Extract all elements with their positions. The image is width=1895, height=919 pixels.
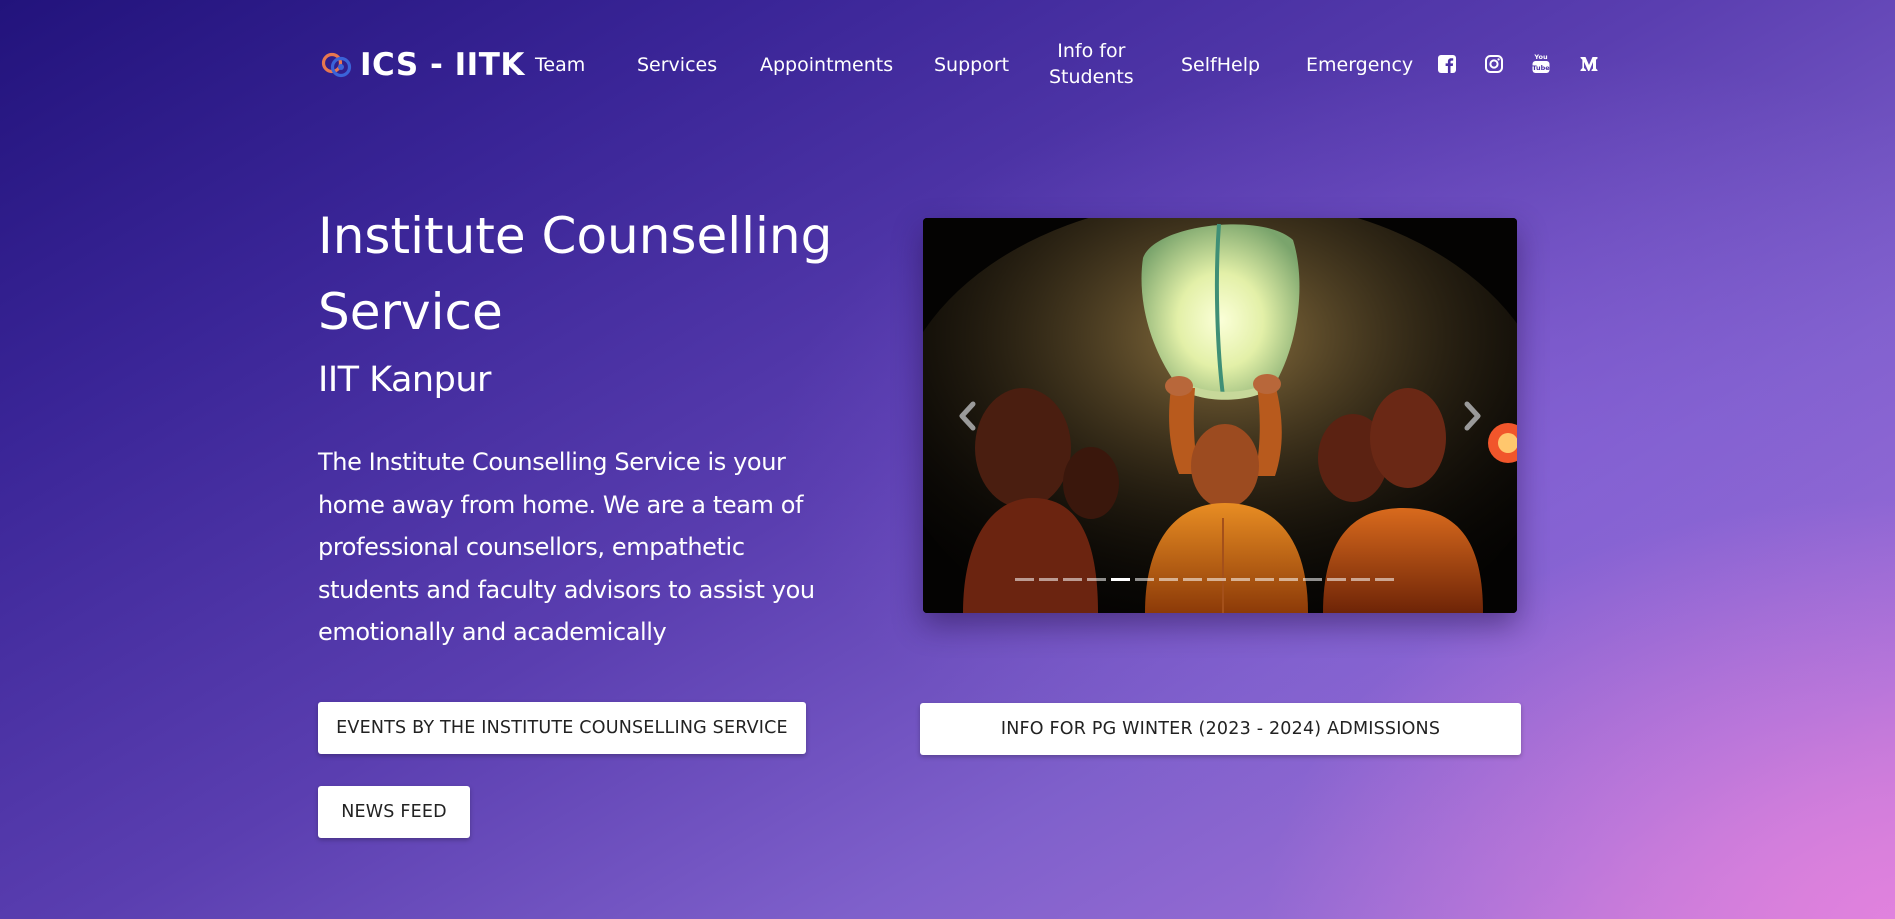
carousel-next-icon[interactable] (1457, 398, 1487, 434)
nav-selfhelp[interactable]: SelfHelp (1181, 54, 1260, 76)
youtube-icon[interactable]: You Tube (1531, 52, 1551, 74)
image-carousel[interactable] (923, 218, 1517, 613)
carousel-indicator[interactable] (1207, 578, 1226, 581)
carousel-indicator[interactable] (1375, 578, 1394, 581)
carousel-indicators (1015, 578, 1425, 584)
carousel-indicator[interactable] (1087, 578, 1106, 581)
page-title: Institute Counselling Service (318, 207, 833, 341)
carousel-indicator[interactable] (1135, 578, 1154, 581)
nav-info-for-students[interactable]: Info for Students (1049, 38, 1134, 90)
carousel-slide-image (923, 218, 1517, 613)
nav-appointments[interactable]: Appointments (760, 54, 893, 76)
svg-text:Tube: Tube (1532, 64, 1550, 72)
svg-text:You: You (1533, 53, 1548, 61)
carousel-indicator[interactable] (1063, 578, 1082, 581)
logo-text: ICS - IITK (360, 47, 525, 83)
facebook-icon[interactable] (1437, 54, 1457, 74)
carousel-indicator[interactable] (1303, 578, 1322, 581)
carousel-indicator[interactable] (1351, 578, 1370, 581)
carousel-indicator[interactable] (1159, 578, 1178, 581)
carousel-indicator[interactable] (1279, 578, 1298, 581)
carousel-indicator[interactable] (1183, 578, 1202, 581)
instagram-icon[interactable] (1484, 54, 1504, 74)
events-button[interactable]: EVENTS BY THE INSTITUTE COUNSELLING SERV… (318, 702, 806, 754)
carousel-indicator[interactable] (1015, 578, 1034, 581)
nav-services[interactable]: Services (637, 54, 717, 76)
hero-description: The Institute Counselling Service is you… (318, 448, 815, 646)
nav-support[interactable]: Support (934, 54, 1009, 76)
carousel-prev-icon[interactable] (953, 398, 983, 434)
nav-emergency[interactable]: Emergency (1306, 54, 1413, 76)
carousel-indicator[interactable] (1327, 578, 1346, 581)
logo-mark-icon (321, 52, 352, 78)
nav-team[interactable]: Team (535, 54, 585, 76)
site-logo[interactable]: ICS - IITK (320, 46, 525, 84)
news-feed-button[interactable]: NEWS FEED (318, 786, 470, 838)
medium-icon[interactable] (1579, 54, 1599, 74)
nav-info-line1: Info for (1057, 40, 1126, 62)
carousel-indicator[interactable] (1255, 578, 1274, 581)
page-subtitle: IIT Kanpur (318, 360, 491, 400)
carousel-indicator[interactable] (1231, 578, 1250, 581)
nav-info-line2: Students (1049, 66, 1134, 88)
pg-admissions-info-button[interactable]: INFO FOR PG WINTER (2023 - 2024) ADMISSI… (920, 703, 1521, 755)
carousel-indicator[interactable] (1111, 578, 1130, 581)
carousel-indicator[interactable] (1039, 578, 1058, 581)
